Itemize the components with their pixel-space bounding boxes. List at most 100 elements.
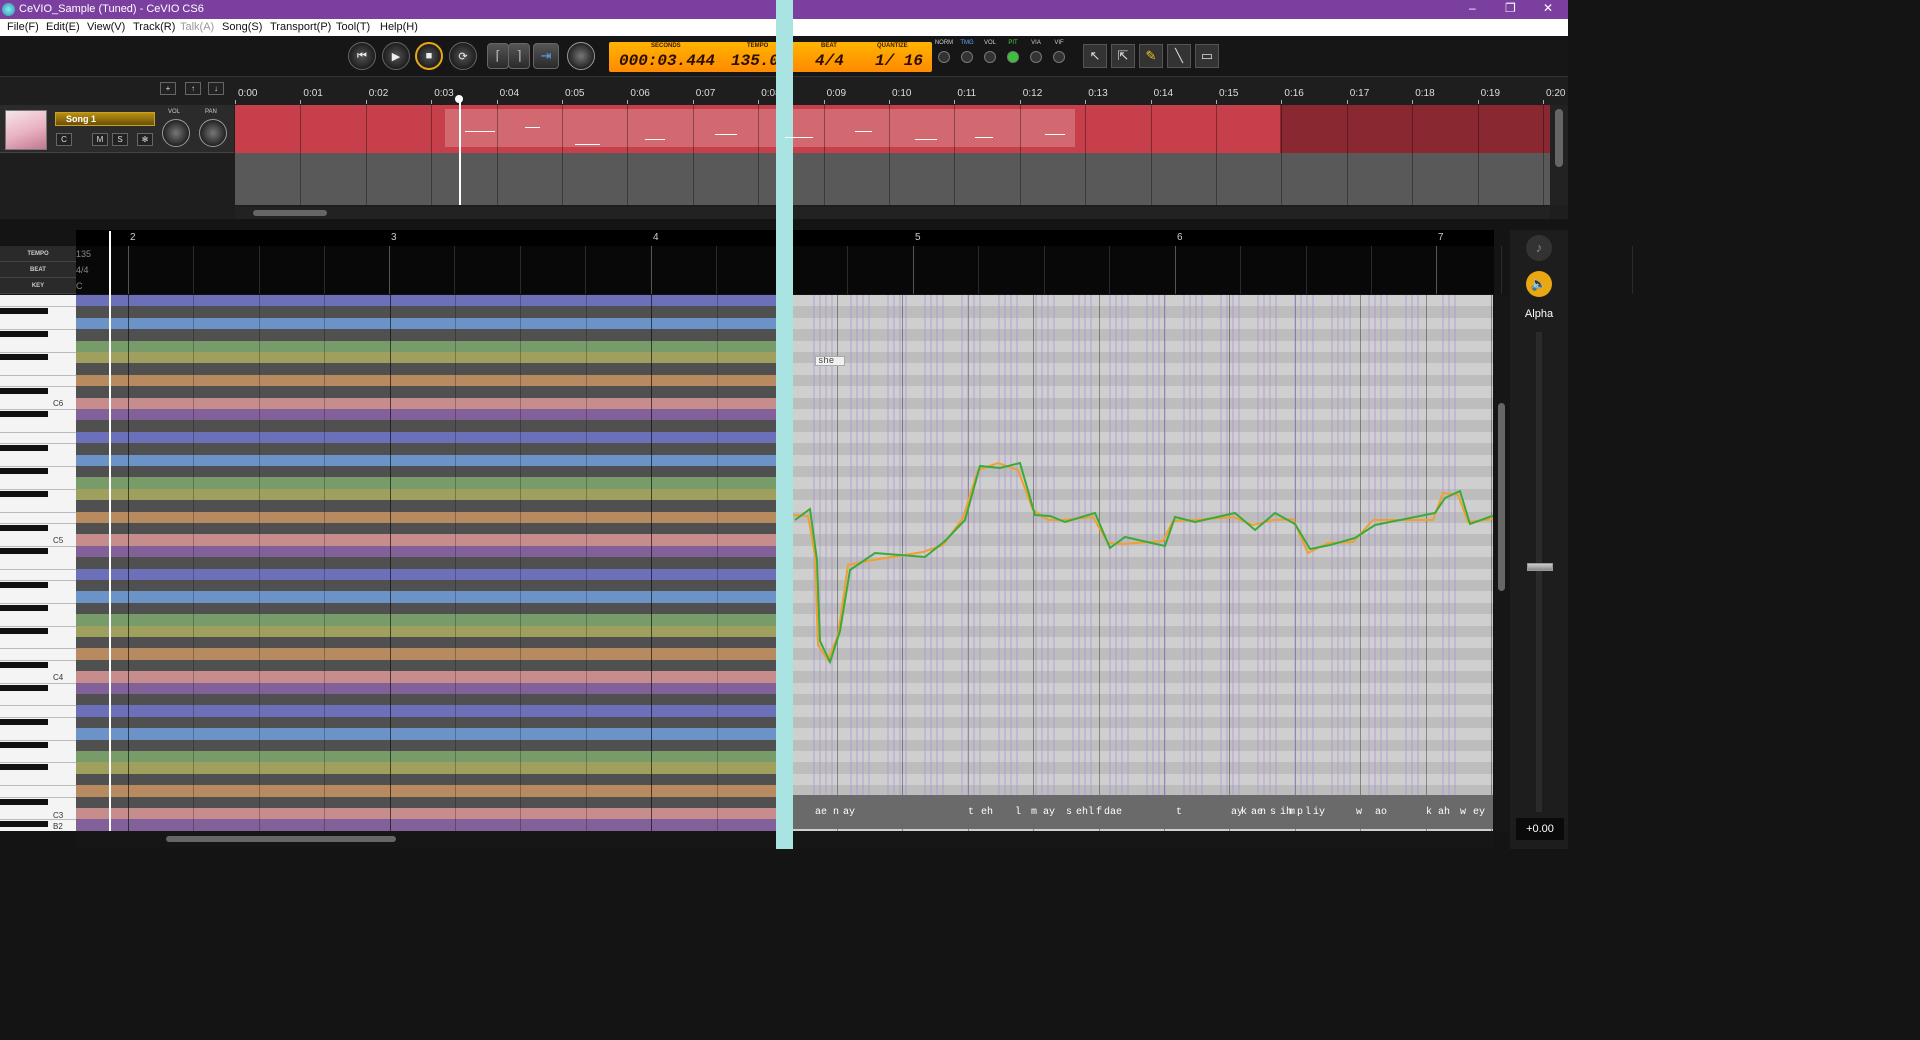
menu-file[interactable]: File(F): [7, 21, 39, 33]
piano-black-key[interactable]: [0, 525, 48, 531]
phoneme-label[interactable]: l: [1305, 807, 1311, 818]
alpha-slider-track[interactable]: [1536, 332, 1542, 812]
phoneme-label[interactable]: ey: [1473, 807, 1485, 818]
track-fx-button[interactable]: ✻: [137, 133, 153, 146]
track-h-scroll-thumb[interactable]: [253, 210, 327, 216]
piano-black-key[interactable]: [0, 445, 48, 452]
phoneme-label[interactable]: n: [833, 807, 839, 818]
play-button[interactable]: ▶: [382, 42, 410, 70]
param-pit[interactable]: PIT: [1003, 40, 1023, 72]
param-via[interactable]: VIA: [1026, 40, 1046, 72]
menu-edit[interactable]: Edit(E): [46, 21, 80, 33]
phoneme-label[interactable]: l: [1088, 807, 1094, 818]
phoneme-label[interactable]: k: [1241, 807, 1247, 818]
minimize-button[interactable]: –: [1469, 1, 1476, 15]
pitch-curve-line[interactable]: [794, 461, 1493, 665]
phoneme-bar[interactable]: ae n ay t eh l m ay s eh l f dae t ay k ae n s ih m p l iy w ao k a…: [793, 795, 1493, 829]
phoneme-label[interactable]: ao: [1375, 807, 1387, 818]
phoneme-label[interactable]: dae: [1104, 807, 1122, 818]
param-tmg[interactable]: TMG: [957, 40, 977, 72]
roll-h-scroll-thumb[interactable]: [166, 836, 396, 842]
stop-button[interactable]: ■: [415, 42, 443, 70]
phoneme-label[interactable]: m: [1289, 807, 1295, 818]
master-volume-knob[interactable]: [567, 42, 595, 70]
track-volume-knob[interactable]: [162, 119, 190, 147]
piano-black-key[interactable]: [0, 582, 48, 588]
phoneme-label[interactable]: f: [1096, 807, 1102, 818]
time-ruler[interactable]: 0:00 0:01 0:02 0:03 0:04 0:05 0:06 0:07 0:08 0:09…: [235, 86, 1565, 104]
tempo-value[interactable]: 135.0: [731, 52, 779, 70]
piano-black-key[interactable]: [0, 798, 48, 805]
pitch-curve-line[interactable]: [793, 461, 1493, 663]
menu-song[interactable]: Song(S): [222, 21, 262, 33]
piano-black-key[interactable]: [0, 490, 48, 497]
empty-track-lane[interactable]: [235, 153, 1550, 205]
phoneme-label[interactable]: ay: [843, 807, 855, 818]
menu-talk[interactable]: Talk(A): [180, 21, 214, 33]
pencil-tool[interactable]: ✎: [1139, 44, 1163, 68]
alpha-value[interactable]: +0.00: [1516, 818, 1564, 840]
piano-black-key[interactable]: [0, 388, 48, 395]
param-vif[interactable]: VIF: [1049, 40, 1069, 72]
phoneme-label[interactable]: n: [1260, 807, 1266, 818]
phoneme-label[interactable]: eh: [981, 807, 993, 818]
piano-black-key[interactable]: [0, 821, 48, 828]
song-clip[interactable]: [445, 109, 1075, 147]
select-tool[interactable]: ↖: [1083, 44, 1107, 68]
loop-start-button[interactable]: ⌈: [487, 43, 509, 69]
range-select-tool[interactable]: ⇱: [1111, 44, 1135, 68]
track-pan-knob[interactable]: [199, 119, 227, 147]
roll-v-scroll-thumb[interactable]: [1498, 403, 1505, 591]
move-track-up-button[interactable]: ↑: [185, 82, 201, 95]
piano-black-key[interactable]: [0, 718, 48, 725]
menu-view[interactable]: View(V): [87, 21, 125, 33]
phoneme-label[interactable]: k: [1426, 807, 1432, 818]
line-tool[interactable]: ╲: [1167, 44, 1191, 68]
piano-keyboard[interactable]: C6 C5 C4 C3 B2: [0, 295, 76, 831]
loop-button[interactable]: ⟳: [449, 42, 477, 70]
phoneme-label[interactable]: ae: [815, 807, 827, 818]
phoneme-label[interactable]: m: [1031, 807, 1037, 818]
mute-button[interactable]: M: [92, 133, 108, 146]
piano-black-key[interactable]: [0, 331, 48, 338]
loop-end-button[interactable]: ⌉: [508, 43, 530, 69]
piano-black-key[interactable]: [0, 411, 48, 417]
piano-black-key[interactable]: [0, 741, 48, 748]
piano-black-key[interactable]: [0, 764, 48, 771]
piano-black-key[interactable]: [0, 468, 48, 474]
piano-black-key[interactable]: [0, 308, 48, 315]
move-track-down-button[interactable]: ↓: [208, 82, 224, 95]
singer-avatar[interactable]: [5, 110, 47, 150]
phoneme-label[interactable]: l: [1015, 807, 1021, 818]
rewind-button[interactable]: ⏮: [348, 42, 376, 70]
phoneme-label[interactable]: w: [1460, 807, 1466, 818]
phoneme-label[interactable]: iy: [1313, 807, 1325, 818]
phoneme-label[interactable]: w: [1356, 807, 1362, 818]
beat-value[interactable]: 4/4: [815, 52, 844, 70]
piano-roll-left[interactable]: Itellmyselfthatthingsaregunuhbeohkay: [76, 295, 776, 831]
menu-tool[interactable]: Tool(T): [336, 21, 370, 33]
menu-track[interactable]: Track(R): [133, 21, 175, 33]
piano-black-key[interactable]: [0, 354, 48, 360]
follow-playhead-button[interactable]: ⇥: [533, 43, 559, 69]
menu-transport[interactable]: Transport(P): [270, 21, 331, 33]
piano-black-key[interactable]: [0, 627, 48, 634]
track-h-scrollbar[interactable]: [235, 207, 1550, 219]
phoneme-label[interactable]: ah: [1438, 807, 1450, 818]
piano-black-key[interactable]: [0, 547, 48, 554]
param-vol[interactable]: VOL: [980, 40, 1000, 72]
track-header[interactable]: Song 1 C M S ✻ VOL PAN: [0, 105, 234, 153]
quantize-value[interactable]: 1/ 16: [875, 52, 923, 70]
alpha-slider-thumb[interactable]: [1527, 563, 1553, 571]
track-name[interactable]: Song 1: [55, 112, 155, 126]
phoneme-label[interactable]: t: [1176, 807, 1182, 818]
piano-roll-right[interactable]: sheItellmyselfthatIwonderhoowalkup: [793, 295, 1493, 831]
track-c-button[interactable]: C: [56, 133, 72, 146]
phoneme-label[interactable]: t: [968, 807, 974, 818]
roll-v-scrollbar[interactable]: [1494, 295, 1510, 831]
speaker-button[interactable]: 🔈: [1526, 271, 1552, 297]
phoneme-label[interactable]: p: [1297, 807, 1303, 818]
phoneme-label[interactable]: s: [1066, 807, 1072, 818]
pitch-curve[interactable]: [793, 295, 1493, 831]
track-v-scroll-thumb[interactable]: [1555, 109, 1563, 167]
